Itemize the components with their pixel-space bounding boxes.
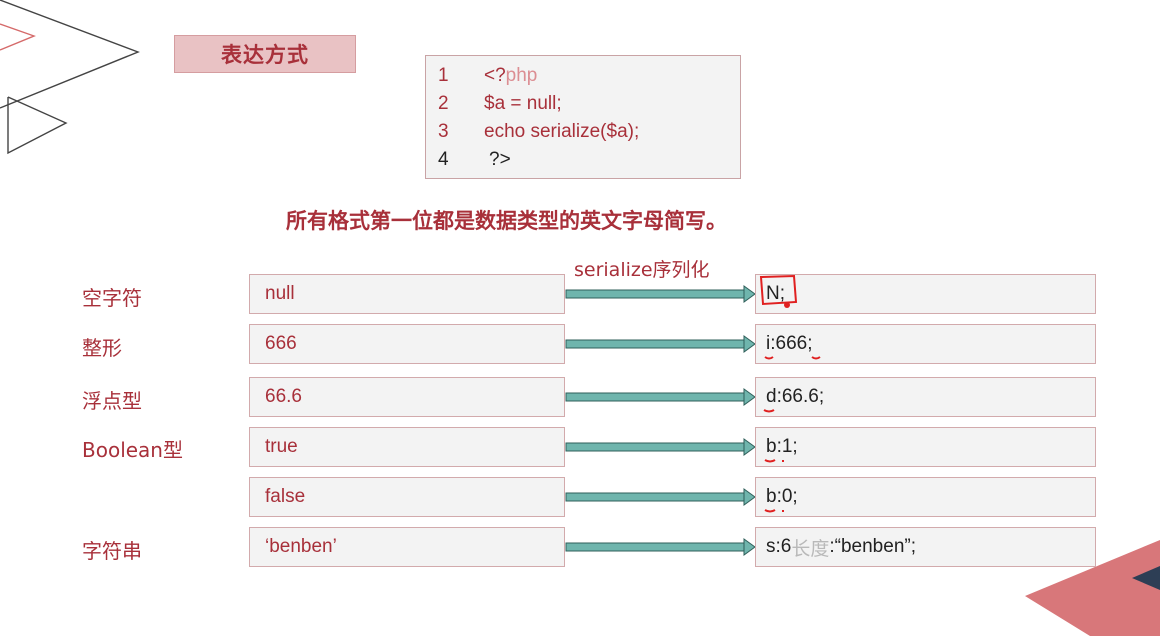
annotation-dot (784, 302, 790, 308)
annotation-underline (764, 356, 774, 360)
annotation-underline (764, 459, 776, 463)
annotation-underline (811, 356, 821, 360)
annotation-underline (764, 509, 776, 513)
annotation-box-n (759, 274, 798, 306)
annotation-layer (759, 274, 821, 513)
annotation-underline (763, 409, 775, 413)
